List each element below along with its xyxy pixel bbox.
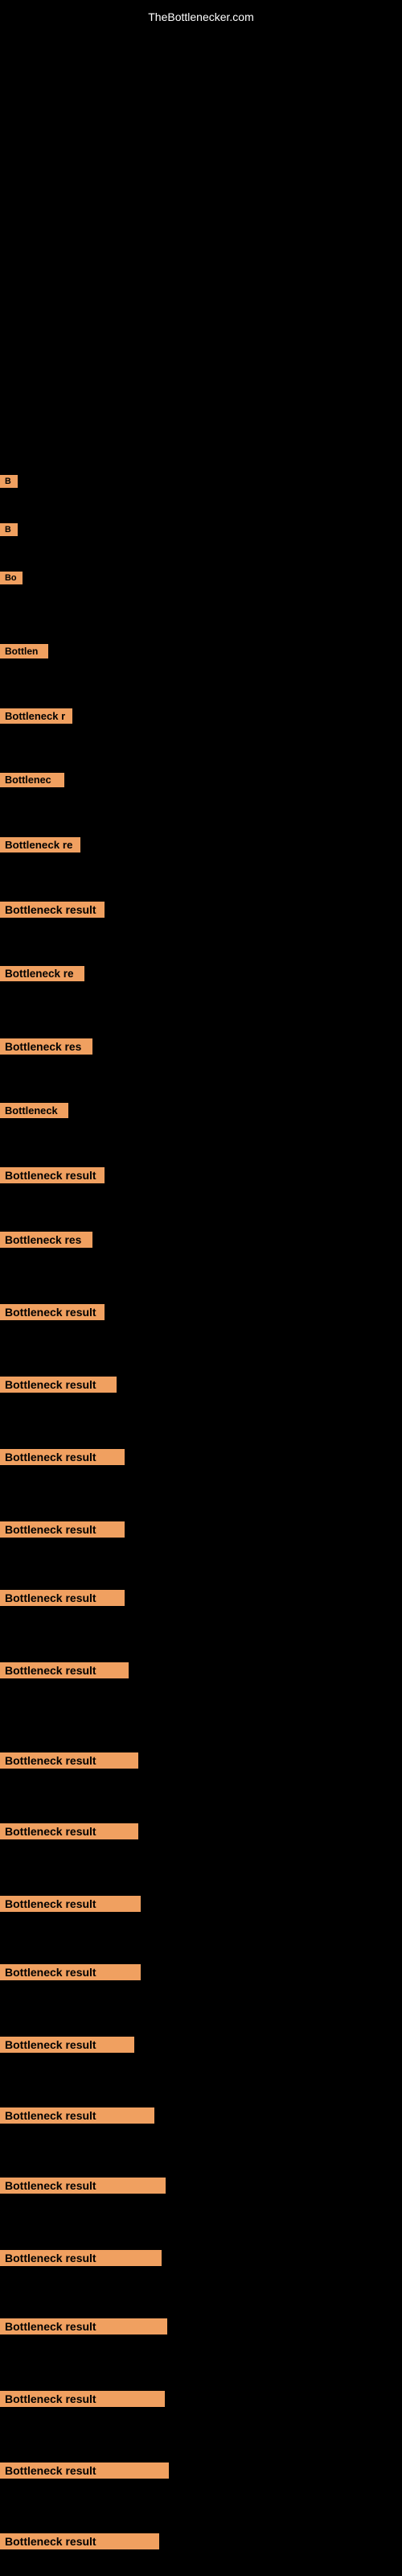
- bottleneck-result-label: Bottleneck result: [0, 2533, 159, 2549]
- bottleneck-result-label: Bottleneck result: [0, 2250, 162, 2266]
- bottleneck-result-label: Bottleneck result: [0, 2107, 154, 2124]
- bottleneck-result-label: Bottleneck result: [0, 1304, 105, 1320]
- bottleneck-result-label: Bottleneck res: [0, 1038, 92, 1055]
- bottleneck-result-label: Bottleneck result: [0, 1823, 138, 1839]
- bottleneck-result-label: Bottleneck re: [0, 837, 80, 852]
- bottleneck-result-label: Bottleneck re: [0, 966, 84, 981]
- bottleneck-result-label: Bottleneck result: [0, 1377, 117, 1393]
- bottleneck-result-label: Bottleneck result: [0, 1521, 125, 1538]
- site-title: TheBottlenecker.com: [0, 4, 402, 30]
- bottleneck-result-label: Bottleneck result: [0, 1590, 125, 1606]
- bottleneck-result-label: Bottleneck r: [0, 708, 72, 724]
- bottleneck-result-label: Bottleneck result: [0, 1167, 105, 1183]
- bottleneck-result-label: Bottlen: [0, 644, 48, 658]
- bottleneck-result-label: Bottleneck res: [0, 1232, 92, 1248]
- bottleneck-result-label: Bottleneck result: [0, 2318, 167, 2334]
- bottleneck-result-label: Bottleneck result: [0, 2178, 166, 2194]
- bottleneck-result-label: Bottleneck result: [0, 1964, 141, 1980]
- bottleneck-result-label: Bo: [0, 572, 23, 584]
- bottleneck-result-label: Bottleneck result: [0, 902, 105, 918]
- bottleneck-result-label: Bottleneck result: [0, 2037, 134, 2053]
- bottleneck-result-label: Bottleneck result: [0, 2462, 169, 2479]
- bottleneck-result-label: Bottleneck result: [0, 2391, 165, 2407]
- bottleneck-result-label: Bottleneck: [0, 1103, 68, 1118]
- bottleneck-result-label: Bottleneck result: [0, 1449, 125, 1465]
- bottleneck-result-label: B: [0, 475, 18, 488]
- bottleneck-result-label: Bottleneck result: [0, 1662, 129, 1678]
- bottleneck-result-label: Bottleneck result: [0, 1752, 138, 1769]
- bottleneck-result-label: Bottleneck result: [0, 1896, 141, 1912]
- bottleneck-result-label: B: [0, 523, 18, 536]
- bottleneck-result-label: Bottlenec: [0, 773, 64, 787]
